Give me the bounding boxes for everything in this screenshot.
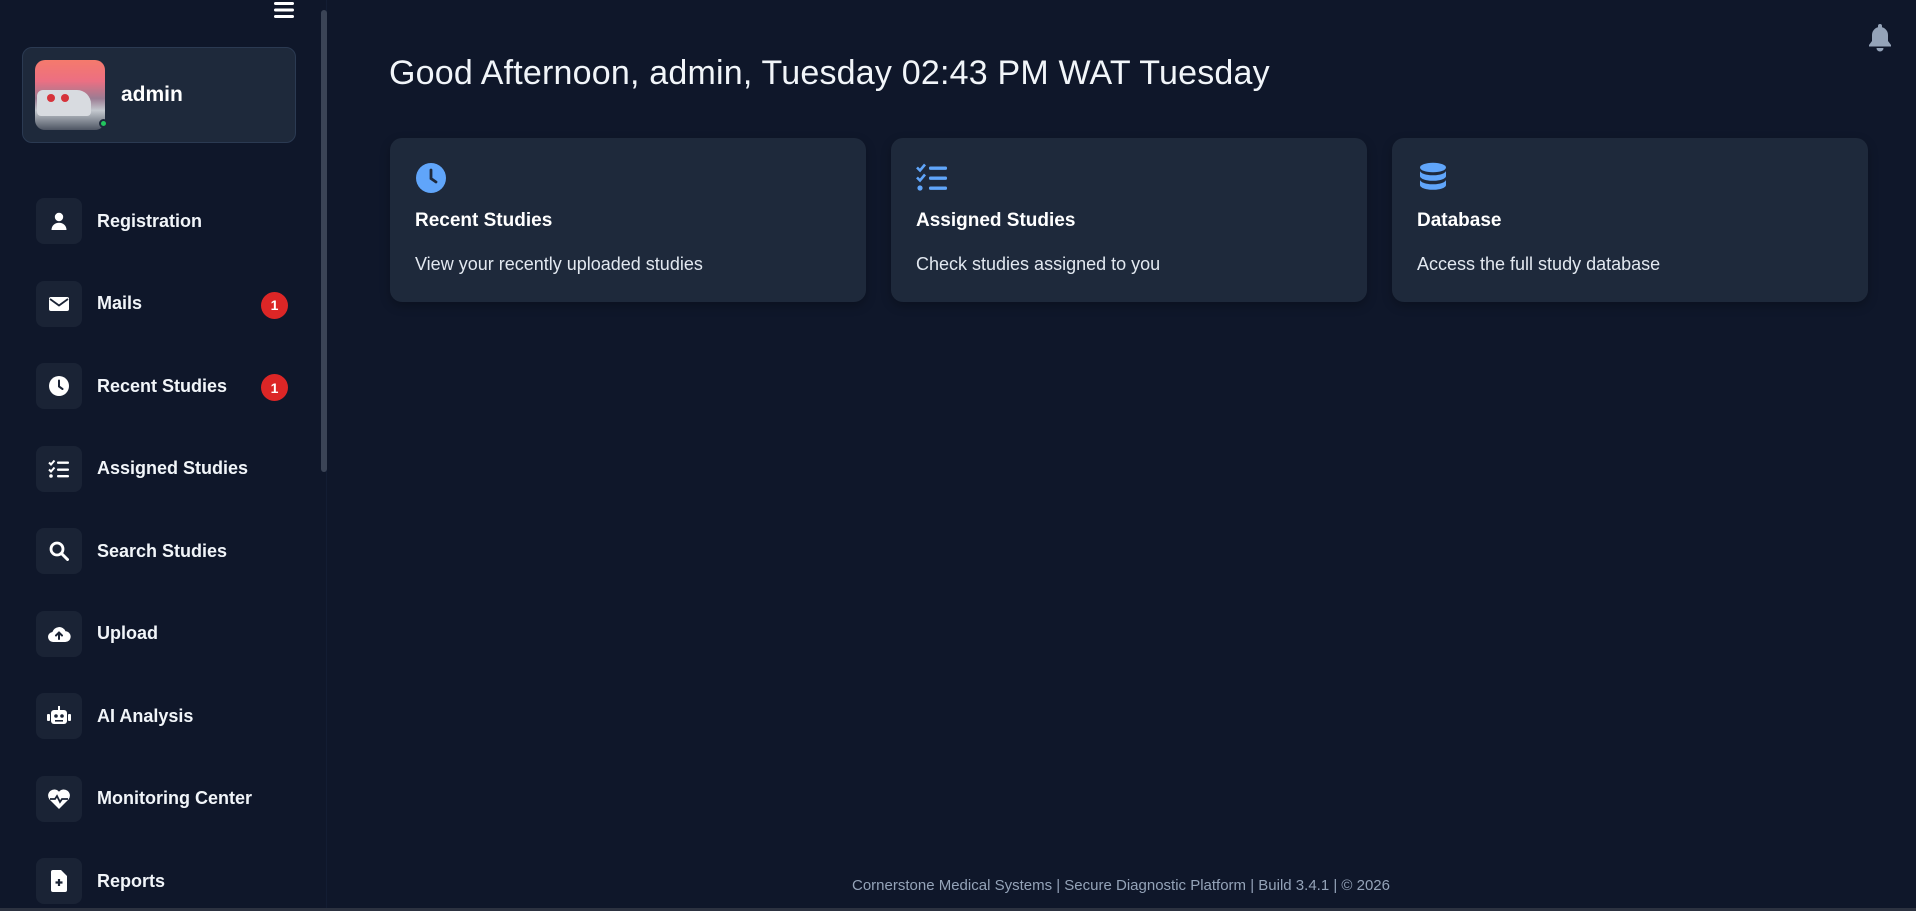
cloud-upload-icon (36, 610, 82, 657)
avatar[interactable] (35, 60, 108, 130)
hamburger-menu-icon[interactable] (272, 0, 296, 20)
sidebar-item-label: Registration (97, 210, 203, 231)
online-status-dot (99, 119, 108, 128)
avatar-image (35, 60, 105, 130)
sidebar-item-registration[interactable]: Registration (36, 198, 286, 244)
sidebar-nav: Registration Mails 1 Recent Studies 1 As… (36, 198, 288, 911)
sidebar-item-recent-studies[interactable]: Recent Studies 1 (36, 363, 288, 409)
card-title: Recent Studies (415, 210, 553, 231)
robot-icon (36, 693, 82, 739)
sidebar-item-label: AI Analysis (97, 705, 194, 726)
card-title: Assigned Studies (916, 210, 1076, 231)
avatar-car-graphic (37, 90, 91, 116)
sidebar: admin Registration Mails 1 Recent Studie… (0, 0, 327, 911)
unread-count-badge: 1 (261, 291, 288, 319)
sidebar-item-monitoring-center[interactable]: Monitoring Center (36, 775, 286, 822)
search-icon (36, 528, 82, 574)
clock-icon (36, 363, 82, 409)
sidebar-item-mails[interactable]: Mails 1 (36, 280, 288, 327)
card-description: Access the full study database (1417, 254, 1661, 274)
sidebar-item-ai-analysis[interactable]: AI Analysis (36, 693, 286, 739)
profile-username: admin (121, 83, 183, 106)
sidebar-item-upload[interactable]: Upload (36, 610, 286, 657)
sidebar-item-assigned-studies[interactable]: Assigned Studies (36, 445, 286, 492)
count-badge: 1 (261, 374, 288, 401)
card-description: Check studies assigned to you (916, 254, 1161, 274)
sidebar-item-label: Assigned Studies (97, 458, 249, 478)
notification-bell-icon[interactable] (1866, 22, 1894, 52)
sidebar-scrollbar[interactable] (321, 10, 327, 472)
user-icon (36, 198, 82, 244)
app-root: admin Registration Mails 1 Recent Studie… (0, 0, 1916, 911)
assigned-studies-card[interactable]: Assigned Studies Check studies assigned … (891, 138, 1367, 302)
user-profile-card[interactable]: admin (22, 47, 296, 143)
card-title: Database (1417, 210, 1502, 231)
database-icon (1420, 162, 1446, 190)
sidebar-item-label: Search Studies (97, 540, 228, 561)
dashboard-cards: Recent Studies View your recently upload… (390, 138, 1868, 302)
recent-studies-card[interactable]: Recent Studies View your recently upload… (390, 138, 866, 302)
greeting-heading: Good Afternoon, admin, Tuesday 02:43 PM … (389, 54, 1270, 92)
footer-text: Cornerstone Medical Systems | Secure Dia… (852, 877, 1390, 894)
clock-icon (416, 163, 446, 193)
heart-pulse-icon (36, 775, 82, 822)
checklist-icon (36, 445, 82, 492)
sidebar-item-label: Mails (97, 293, 143, 313)
sidebar-item-label: Monitoring Center (97, 788, 252, 808)
database-card[interactable]: Database Access the full study database (1392, 138, 1868, 302)
checklist-icon (916, 163, 947, 191)
card-description: View your recently uploaded studies (415, 254, 703, 274)
envelope-icon (36, 280, 82, 327)
sidebar-item-label: Upload (97, 623, 158, 643)
sidebar-item-label: Recent Studies (97, 375, 228, 396)
sidebar-item-search-studies[interactable]: Search Studies (36, 528, 286, 574)
footer: Cornerstone Medical Systems | Secure Dia… (0, 877, 1916, 894)
